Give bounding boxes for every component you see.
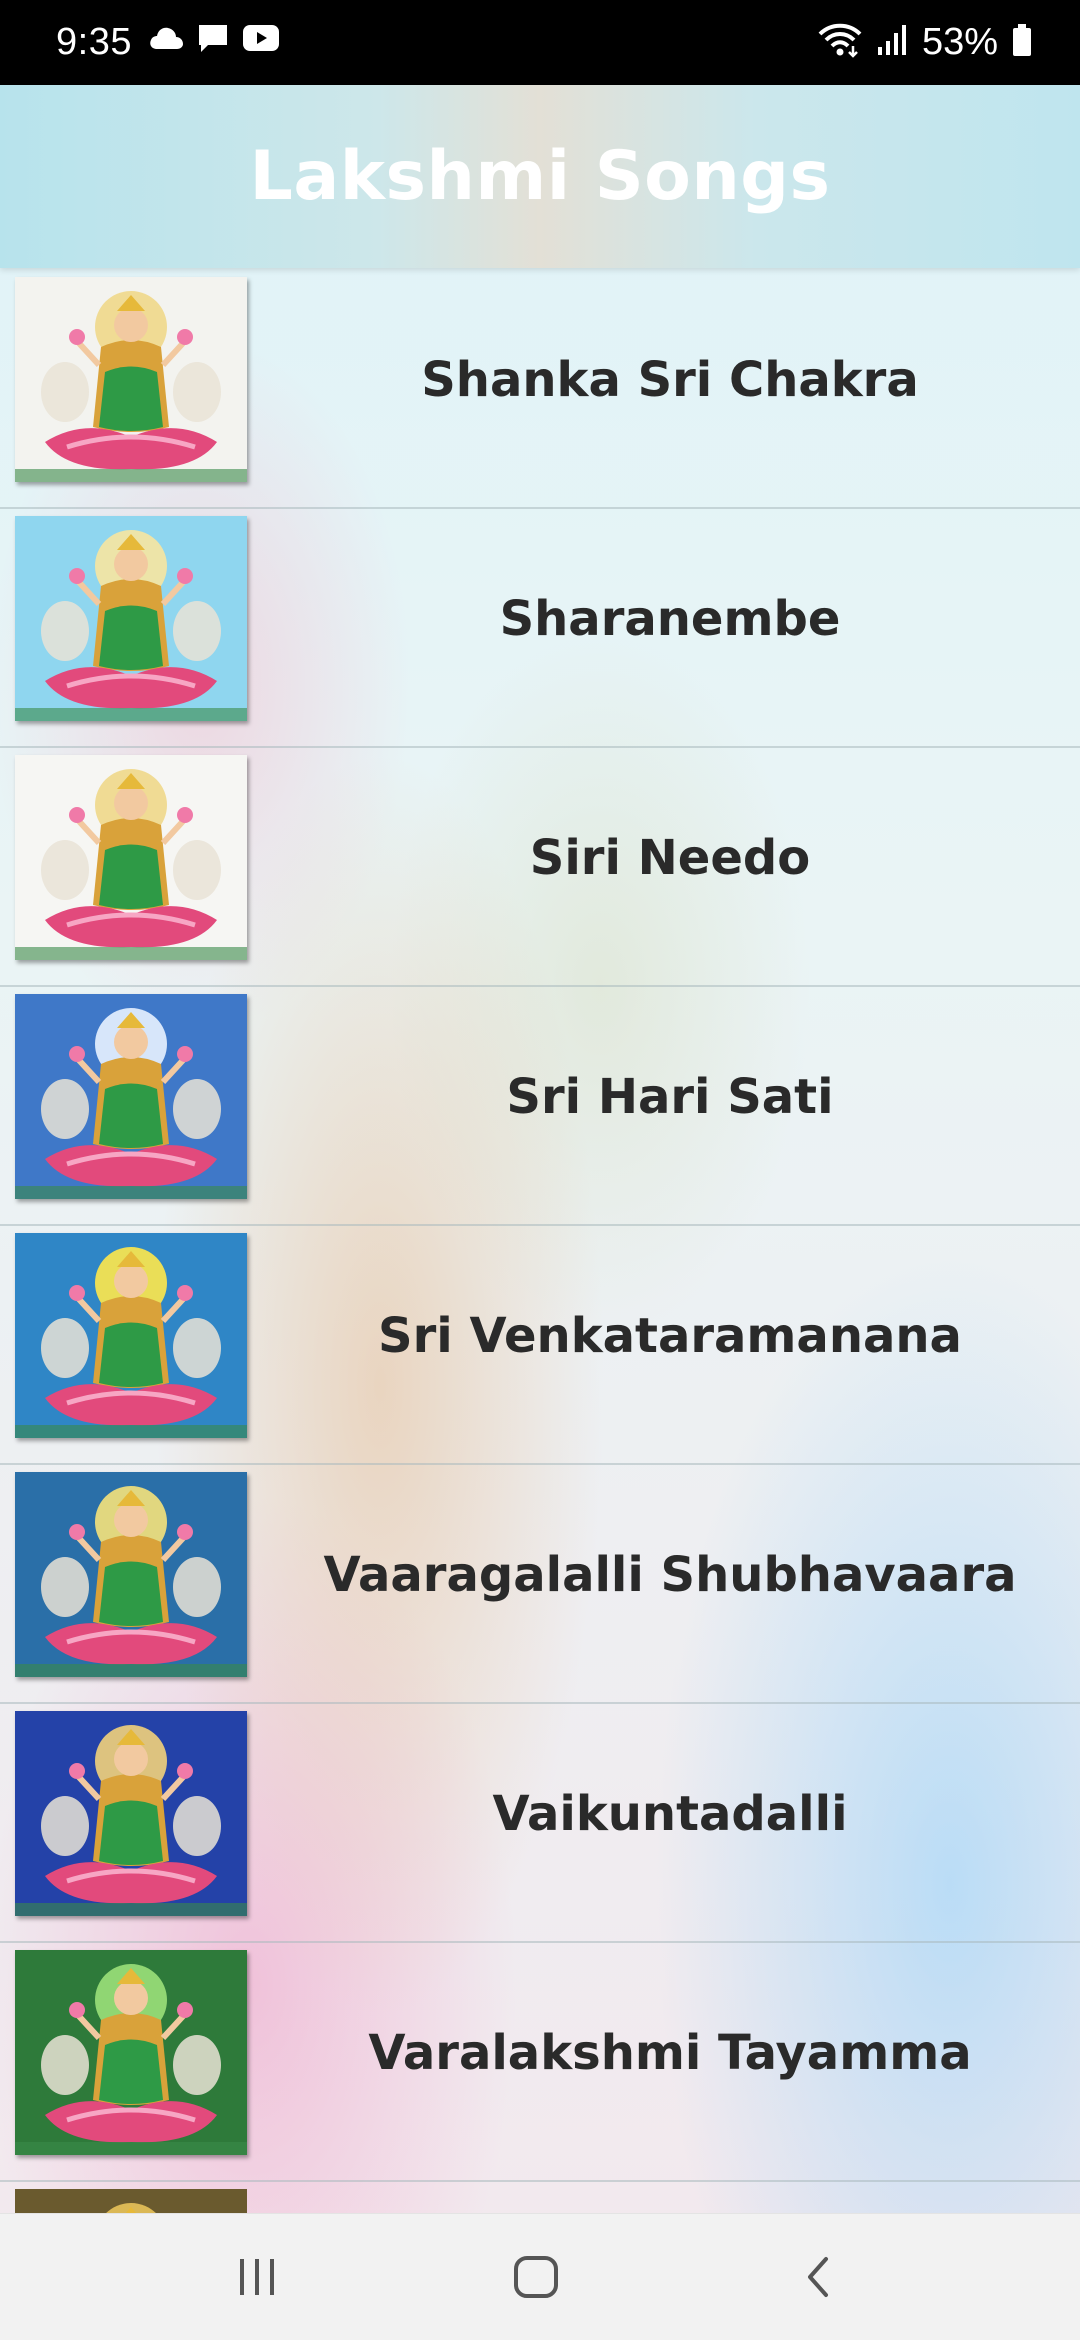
signal-icon [876, 23, 908, 62]
song-list-item[interactable]: Sri Venkataramanana [0, 1226, 1080, 1465]
notification-icons [148, 22, 280, 59]
song-list-item[interactable]: Vaikuntadalli [0, 1704, 1080, 1943]
song-title: Sharanembe [499, 591, 841, 647]
navigation-bar [0, 2213, 1080, 2340]
deity-image [15, 1233, 247, 1438]
page-title: Lakshmi Songs [249, 137, 831, 216]
song-title: Siri Needo [529, 830, 811, 886]
song-list-item-partial[interactable] [0, 2182, 1080, 2213]
song-thumbnail [15, 1950, 247, 2155]
app-header: Lakshmi Songs [0, 85, 1080, 268]
song-thumbnail [15, 1711, 247, 1916]
song-title: Sri Hari Sati [506, 1069, 834, 1125]
deity-image [15, 755, 247, 960]
deity-image [15, 2189, 247, 2213]
recent-apps-icon [235, 2257, 279, 2302]
song-list[interactable]: Shanka Sri Chakra Sharanembe Siri Needo Sri… [0, 270, 1080, 2213]
cloud-icon [148, 25, 184, 56]
battery-icon [1012, 23, 1032, 62]
deity-image [15, 1711, 247, 1916]
song-thumbnail [15, 277, 247, 482]
back-icon [800, 2255, 836, 2304]
message-icon [196, 22, 230, 59]
deity-image [15, 277, 247, 482]
status-bar: 9:35 53% [0, 0, 1080, 85]
song-thumbnail [15, 2189, 247, 2213]
song-title: Vaikuntadalli [492, 1786, 848, 1842]
status-time: 9:35 [56, 21, 132, 63]
song-list-item[interactable]: Siri Needo [0, 748, 1080, 987]
home-icon [512, 2254, 560, 2305]
song-title: Vaaragalalli Shubhavaara [323, 1547, 1017, 1603]
song-list-item[interactable]: Vaaragalalli Shubhavaara [0, 1465, 1080, 1704]
back-button[interactable] [778, 2244, 858, 2314]
song-thumbnail [15, 994, 247, 1199]
battery-percent: 53% [921, 21, 998, 63]
song-thumbnail [15, 1233, 247, 1438]
song-title: Varalakshmi Tayamma [368, 2025, 972, 2081]
deity-image [15, 1472, 247, 1677]
song-list-item[interactable]: Varalakshmi Tayamma [0, 1943, 1080, 2182]
song-list-item[interactable]: Sharanembe [0, 509, 1080, 748]
deity-image [15, 1950, 247, 2155]
deity-image [15, 516, 247, 721]
song-title: Shanka Sri Chakra [421, 352, 919, 408]
song-list-item[interactable]: Sri Hari Sati [0, 987, 1080, 1226]
wifi-icon [818, 22, 862, 63]
system-status: 53% [818, 18, 1032, 66]
youtube-icon [242, 24, 280, 57]
recent-apps-button[interactable] [217, 2244, 297, 2314]
song-title: Sri Venkataramanana [378, 1308, 962, 1364]
home-button[interactable] [496, 2244, 576, 2314]
song-thumbnail [15, 755, 247, 960]
song-thumbnail [15, 1472, 247, 1677]
song-list-item[interactable]: Shanka Sri Chakra [0, 270, 1080, 509]
song-thumbnail [15, 516, 247, 721]
app-content: Lakshmi Songs Shanka Sri Chakra Sharanemb… [0, 85, 1080, 2213]
deity-image [15, 994, 247, 1199]
